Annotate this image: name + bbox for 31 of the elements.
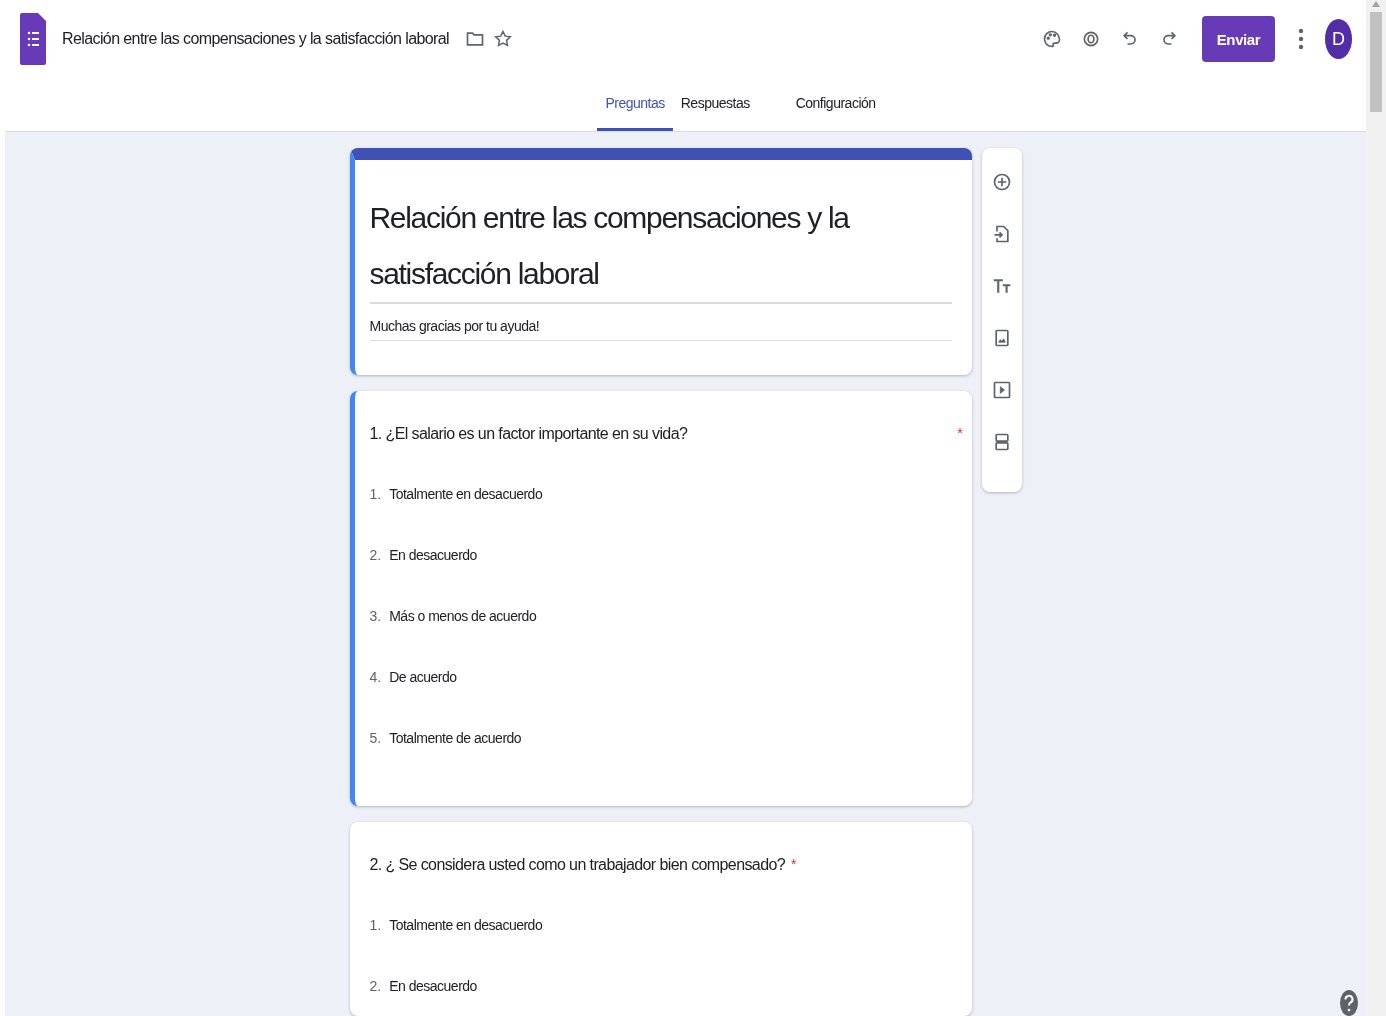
option-number: 2. (369, 977, 382, 994)
question-title[interactable]: 2. ¿ Se considera usted como un trabajador bien compensado? (369, 856, 786, 874)
option-label[interactable]: En desacuerdo (389, 546, 477, 563)
option-label[interactable]: Más o menos de acuerdo (389, 607, 537, 624)
option-label[interactable]: Totalmente en desacuerdo (389, 916, 543, 933)
option-number: 1. (369, 485, 382, 502)
option-number: 4. (369, 668, 382, 685)
required-asterisk: * (957, 425, 963, 441)
document-title[interactable]: Relación entre las compensaciones y la satisfacción laboral (62, 30, 450, 48)
form-description[interactable]: Muchas gracias por tu ayuda! (369, 304, 952, 340)
option-label[interactable]: En desacuerdo (389, 977, 477, 994)
option-label[interactable]: Totalmente en desacuerdo (389, 485, 543, 502)
scrollbar-thumb[interactable] (1370, 12, 1382, 112)
forms-logo-icon[interactable] (20, 13, 46, 65)
option-number: 2. (369, 546, 382, 563)
required-asterisk: * (791, 856, 797, 872)
question-title[interactable]: 1. ¿El salario es un factor importante en su vida? (369, 425, 688, 443)
tab[interactable]: Respuestas (672, 78, 758, 131)
scrollbar[interactable] (1366, 0, 1386, 1016)
question-card[interactable]: 2. ¿ Se considera usted como un trabajador bien compensado? * 1. Totalmente en desacuerdo 2. En desacuerdo (349, 822, 972, 1016)
option-label[interactable]: Totalmente de acuerdo (389, 729, 522, 746)
account-avatar[interactable]: D (1325, 19, 1352, 59)
tab[interactable]: Configuración (787, 78, 884, 131)
question-card[interactable]: 1. ¿El salario es un factor importante en su vida? * 1. Totalmente en desacuerdo 2. En desacuerdo 3. Más o menos de acuerdo 4. De acuerdo 5. Totalmente de acuerdo (349, 391, 972, 806)
option-number: 1. (369, 916, 382, 933)
help-icon[interactable] (1340, 990, 1358, 1016)
send-button[interactable]: Enviar (1202, 16, 1275, 62)
option-number: 5. (369, 729, 382, 746)
option-label[interactable]: De acuerdo (389, 668, 457, 685)
option-number: 3. (369, 607, 382, 624)
form-title[interactable]: Relación entre las compensaciones y la satisfacción laboral (369, 190, 850, 302)
